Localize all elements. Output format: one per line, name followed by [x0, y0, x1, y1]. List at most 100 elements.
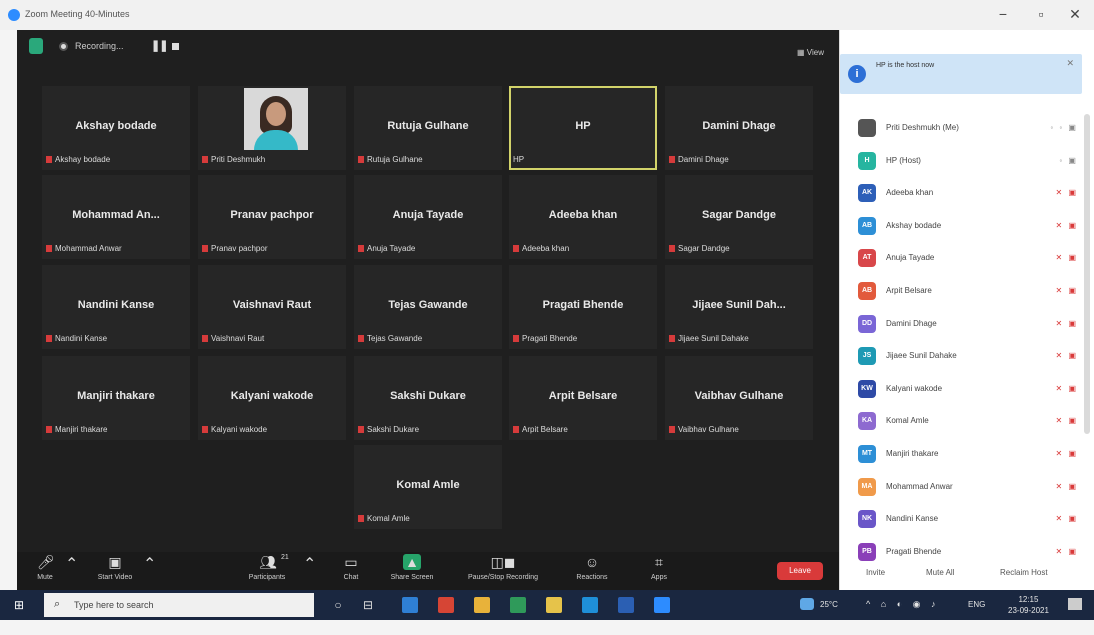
muted-mic-icon [358, 156, 364, 163]
search-placeholder: Type here to search [74, 600, 154, 610]
view-button[interactable]: ▦ View [797, 48, 824, 57]
apps-label: Apps [651, 574, 667, 581]
stop-recording-button[interactable] [172, 43, 179, 50]
tile-name: Rutuja Gulhane [387, 120, 469, 132]
participant-row[interactable]: KW Kalyani wakode ✕ ▣ [858, 375, 1082, 407]
apps-button[interactable]: ⌗ Apps [641, 554, 677, 581]
close-button[interactable]: ✕ [1062, 6, 1088, 23]
video-tile[interactable]: Anuja Tayade Anuja Tayade [354, 175, 502, 259]
video-tile[interactable]: Mohammad An... Mohammad Anwar [42, 175, 190, 259]
participant-status-icons[interactable]: ✕ ▣ [1056, 416, 1078, 425]
participant-row[interactable]: H HP (Host) ◦ ▣ [858, 147, 1082, 179]
video-tile[interactable]: HP HP [509, 86, 657, 170]
reactions-button[interactable]: ☺ Reactions [569, 554, 615, 581]
participant-status-icons[interactable]: ◦ ◦ ▣ [1050, 123, 1078, 132]
participant-row[interactable]: NK Nandini Kanse ✕ ▣ [858, 505, 1082, 537]
participant-row[interactable]: AT Anuja Tayade ✕ ▣ [858, 244, 1082, 276]
muted-mic-icon [202, 426, 208, 433]
participant-status-icons[interactable]: ✕ ▣ [1056, 547, 1078, 556]
edge2-icon[interactable] [582, 597, 598, 613]
participant-status-icons[interactable]: ◦ ▣ [1059, 156, 1078, 165]
reclaim-host-button[interactable]: Reclaim Host [1000, 568, 1048, 577]
participants-chevron-icon[interactable]: ⌃ [303, 554, 316, 574]
taskbar-search-box[interactable]: ⌕ Type here to search [44, 593, 314, 617]
participant-status-icons[interactable]: ✕ ▣ [1056, 286, 1078, 295]
share-screen-button[interactable]: ▲ Share Screen [387, 554, 437, 581]
participant-status-icons[interactable]: ✕ ▣ [1056, 482, 1078, 491]
video-tile[interactable]: Pranav pachpor Pranav pachpor [198, 175, 346, 259]
participant-row[interactable]: KA Komal Amle ✕ ▣ [858, 407, 1082, 439]
tile-label: Manjiri thakare [46, 425, 107, 434]
task-view-icon[interactable]: ⊟ [360, 597, 376, 613]
video-tile[interactable]: Komal Amle Komal Amle [354, 445, 502, 529]
video-tile[interactable]: Damini Dhage Damini Dhage [665, 86, 813, 170]
minimize-button[interactable]: − [990, 6, 1016, 22]
video-tile[interactable]: Pragati Bhende Pragati Bhende [509, 265, 657, 349]
video-options-chevron-icon[interactable]: ⌃ [143, 554, 156, 574]
video-tile[interactable]: Sakshi Dukare Sakshi Dukare [354, 356, 502, 440]
video-tile[interactable]: Vaibhav Gulhane Vaibhav Gulhane [665, 356, 813, 440]
video-tile[interactable]: Rutuja Gulhane Rutuja Gulhane [354, 86, 502, 170]
panel-scrollbar[interactable] [1084, 114, 1090, 434]
participant-row[interactable]: MT Manjiri thakare ✕ ▣ [858, 440, 1082, 472]
participant-row[interactable]: AB Arpit Belsare ✕ ▣ [858, 277, 1082, 309]
host-notice-banner: i HP is the host now ✕ [840, 54, 1082, 94]
participant-name: Jijaee Sunil Dahake [886, 351, 957, 361]
start-video-button[interactable]: ▣ Start Video [87, 554, 143, 581]
edge-icon[interactable] [402, 597, 418, 613]
video-tile[interactable]: Kalyani wakode Kalyani wakode [198, 356, 346, 440]
maximize-button[interactable]: ▫ [1028, 6, 1054, 22]
video-tile[interactable]: Nandini Kanse Nandini Kanse [42, 265, 190, 349]
pause-recording-button[interactable]: ❚❚ [151, 39, 168, 52]
participant-row[interactable]: MA Mohammad Anwar ✕ ▣ [858, 473, 1082, 505]
video-tile[interactable]: Manjiri thakare Manjiri thakare [42, 356, 190, 440]
windows-start-icon[interactable]: ⊞ [14, 599, 26, 611]
participant-status-icons[interactable]: ✕ ▣ [1056, 449, 1078, 458]
video-tile[interactable]: Jijaee Sunil Dah... Jijaee Sunil Dahake [665, 265, 813, 349]
mute-button[interactable]: 🎤︎ Mute [25, 554, 65, 581]
participant-row[interactable]: DD Damini Dhage ✕ ▣ [858, 310, 1082, 342]
participant-status-icons[interactable]: ✕ ▣ [1056, 384, 1078, 393]
chat-button[interactable]: ▭ Chat [333, 554, 369, 581]
participant-row[interactable]: Priti Deshmukh (Me) ◦ ◦ ▣ [858, 114, 1082, 146]
word-icon[interactable] [618, 597, 634, 613]
video-tile[interactable]: Arpit Belsare Arpit Belsare [509, 356, 657, 440]
tray-icons[interactable]: ^ ⌂ ◐ ◉ ♪ [866, 599, 939, 610]
muted-mic-icon [358, 515, 364, 522]
participant-row[interactable]: JS Jijaee Sunil Dahake ✕ ▣ [858, 342, 1082, 374]
weather-icon[interactable] [800, 598, 814, 610]
sheets-icon[interactable] [510, 597, 526, 613]
zoom-icon[interactable] [654, 597, 670, 613]
video-tile[interactable]: Adeeba khan Adeeba khan [509, 175, 657, 259]
close-notice-icon[interactable]: ✕ [1066, 58, 1074, 69]
participant-status-icons[interactable]: ✕ ▣ [1056, 514, 1078, 523]
security-shield-icon[interactable] [29, 38, 43, 54]
explorer-icon[interactable] [546, 597, 562, 613]
participant-status-icons[interactable]: ✕ ▣ [1056, 221, 1078, 230]
tile-label-text: HP [513, 155, 525, 164]
mute-all-button[interactable]: Mute All [926, 568, 954, 577]
video-tile[interactable]: Akshay bodade Akshay bodade [42, 86, 190, 170]
leave-button[interactable]: Leave [777, 562, 823, 580]
video-tile[interactable]: Priti Deshmukh [198, 86, 346, 170]
invite-button[interactable]: Invite [866, 568, 885, 577]
language-indicator[interactable]: ENG [968, 600, 985, 609]
video-tile[interactable]: Sagar Dandge Sagar Dandge [665, 175, 813, 259]
avatar: DD [858, 314, 876, 333]
audio-options-chevron-icon[interactable]: ⌃ [65, 554, 78, 574]
cortana-icon[interactable]: ○ [330, 597, 346, 613]
participant-status-icons[interactable]: ✕ ▣ [1056, 319, 1078, 328]
office-icon[interactable] [438, 597, 454, 613]
notifications-icon[interactable] [1068, 598, 1082, 610]
clock[interactable]: 12:15 23-09-2021 [1008, 594, 1049, 616]
participant-row[interactable]: AK Adeeba khan ✕ ▣ [858, 179, 1082, 211]
participant-status-icons[interactable]: ✕ ▣ [1056, 351, 1078, 360]
participant-status-icons[interactable]: ✕ ▣ [1056, 188, 1078, 197]
participant-status-icons[interactable]: ✕ ▣ [1056, 253, 1078, 262]
video-tile[interactable]: Tejas Gawande Tejas Gawande [354, 265, 502, 349]
chrome-icon[interactable] [474, 597, 490, 613]
video-tile[interactable]: Vaishnavi Raut Vaishnavi Raut [198, 265, 346, 349]
pause-stop-recording-button[interactable]: ◫◼ Pause/Stop Recording [463, 554, 543, 581]
avatar: H [858, 151, 876, 170]
participant-row[interactable]: AB Akshay bodade ✕ ▣ [858, 212, 1082, 244]
